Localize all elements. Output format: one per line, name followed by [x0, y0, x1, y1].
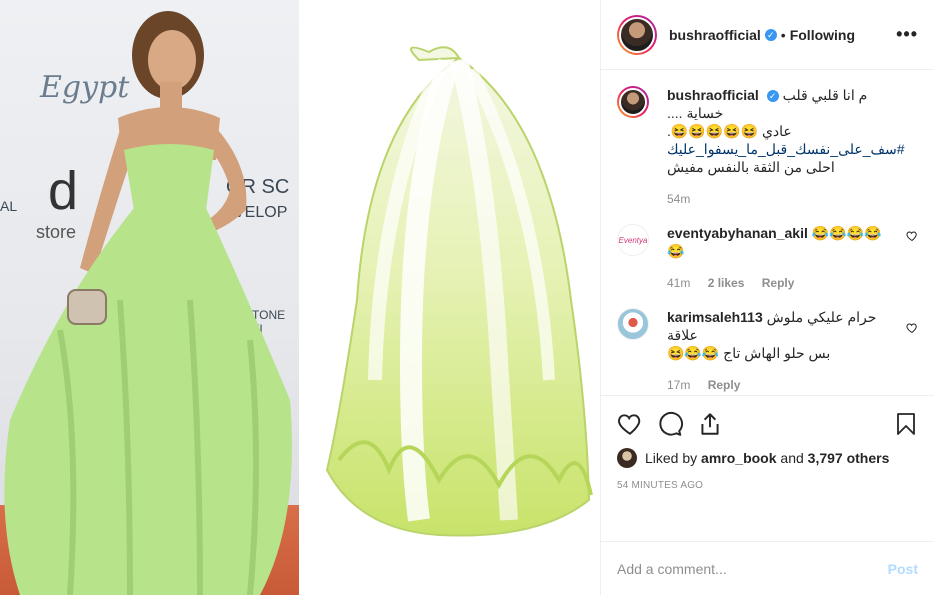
post-comment-button[interactable]: Post: [888, 561, 918, 577]
liked-by-and: and: [780, 450, 804, 466]
following-button[interactable]: Following: [790, 27, 855, 43]
action-icons: [617, 404, 918, 444]
post-actions: Liked by amro_book and 3,797 others 54 m…: [601, 395, 934, 541]
bookmark-icon[interactable]: [894, 411, 918, 437]
comment-body: karimsaleh113 حرام عليكي ملوش علاقة بس ح…: [667, 308, 918, 394]
comment-avatar-text: Eventya: [618, 235, 648, 245]
post-timestamp[interactable]: 54 minutes ago: [617, 480, 918, 491]
comment-body: eventyabyhanan_akil 😂😂😂😂😂 41m 2 likes Re…: [667, 224, 918, 292]
woman-figure: [4, 11, 292, 595]
comment-avatar[interactable]: [617, 308, 649, 340]
caption-meta: 54m: [667, 190, 905, 208]
verified-badge-icon: ✓: [764, 28, 777, 41]
share-icon[interactable]: [697, 411, 723, 437]
heart-icon[interactable]: [906, 322, 918, 334]
heart-icon[interactable]: [617, 411, 643, 437]
comment-username[interactable]: eventyabyhanan_akil: [667, 225, 808, 241]
verified-badge-icon: ✓: [766, 90, 779, 103]
caption-avatar[interactable]: [617, 86, 649, 118]
header-username[interactable]: bushraofficial: [669, 27, 761, 43]
comment-avatar[interactable]: Eventya: [617, 224, 649, 256]
comment-item: Eventya eventyabyhanan_akil 😂😂😂😂😂 41m 2 …: [617, 224, 918, 292]
caption-time[interactable]: 54m: [667, 192, 690, 206]
caption-body: bushraofficial ✓ م انا قلبي قلب خساية ..…: [667, 86, 927, 208]
comments-list[interactable]: bushraofficial ✓ م انا قلبي قلب خساية ..…: [601, 70, 934, 395]
comment-meta: 17m Reply: [667, 376, 896, 394]
caption-line-2: عادي 😆😆😆😆😆.: [667, 123, 792, 139]
post-media[interactable]: Egypt d store OR SC VELOP TONE FI AL: [0, 0, 600, 595]
more-icon[interactable]: •••: [896, 24, 918, 45]
post-header: bushraofficial ✓ • Following •••: [601, 0, 934, 70]
comment-likes[interactable]: 2 likes: [708, 276, 745, 290]
comment-input[interactable]: [617, 560, 888, 577]
comment-username[interactable]: karimsaleh113: [667, 309, 763, 325]
liked-by-user[interactable]: amro_book: [701, 450, 776, 466]
instagram-post: Egypt d store OR SC VELOP TONE FI AL: [0, 0, 934, 595]
photo-napa-cabbage: [299, 0, 600, 595]
comment-text-line-2: بس حلو الهاش تاج 😂😂😆: [667, 345, 831, 361]
cabbage-illustration: [325, 46, 593, 537]
add-comment-bar: Post: [601, 541, 934, 595]
comment-time[interactable]: 41m: [667, 276, 690, 290]
comment-item: karimsaleh113 حرام عليكي ملوش علاقة بس ح…: [617, 308, 918, 394]
caption: bushraofficial ✓ م انا قلبي قلب خساية ..…: [617, 86, 918, 208]
liked-by-prefix: Liked by: [645, 450, 698, 466]
caption-username[interactable]: bushraofficial: [667, 87, 759, 103]
comment-meta: 41m 2 likes Reply: [667, 274, 896, 292]
likes-summary: Liked by amro_book and 3,797 others: [617, 448, 918, 468]
caption-hashtag[interactable]: #سف_على_نفسك_قبل_ما_يسفوا_عليك: [667, 141, 905, 157]
caption-line-4: احلى من الثقة بالنفس مفيش: [667, 159, 835, 175]
photo-woman-in-green-gown: Egypt d store OR SC VELOP TONE FI AL: [0, 0, 299, 595]
heart-icon[interactable]: [906, 230, 918, 242]
liker-avatar[interactable]: [617, 448, 637, 468]
reply-button[interactable]: Reply: [708, 378, 741, 392]
post-sidebar: bushraofficial ✓ • Following ••• bushrao…: [600, 0, 934, 595]
reply-button[interactable]: Reply: [762, 276, 795, 290]
comment-icon[interactable]: [657, 411, 683, 437]
header-separator: •: [780, 26, 786, 43]
header-avatar[interactable]: [617, 14, 657, 55]
likes-others-count[interactable]: 3,797 others: [808, 450, 890, 466]
comment-time[interactable]: 17m: [667, 378, 690, 392]
